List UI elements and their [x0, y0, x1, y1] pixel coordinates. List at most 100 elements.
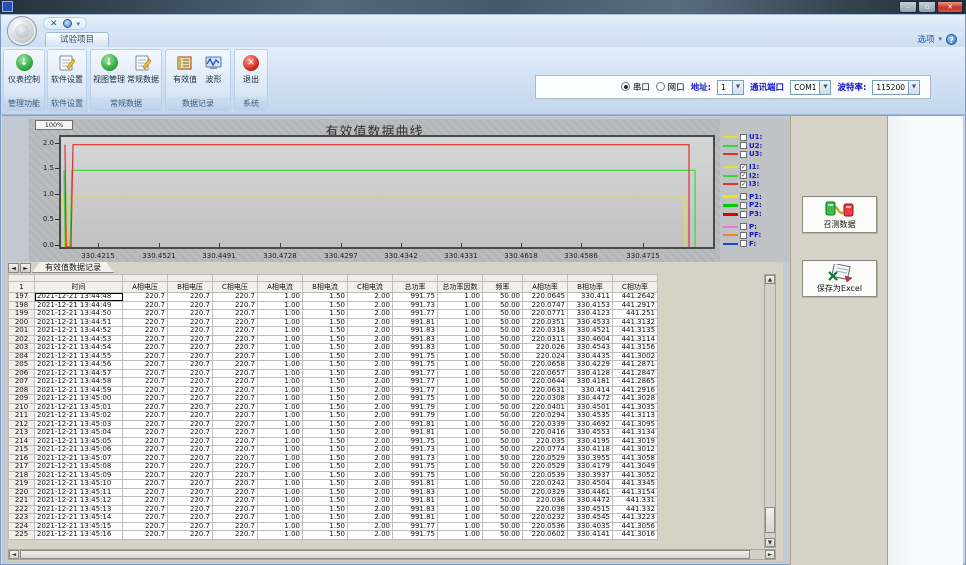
table-cell[interactable]: 220.7: [213, 352, 258, 361]
legend-checkbox[interactable]: [740, 134, 747, 141]
table-cell[interactable]: 1.00: [438, 361, 483, 370]
table-cell[interactable]: 50.00: [483, 395, 523, 404]
table-cell[interactable]: 1.00: [258, 463, 303, 472]
table-cell[interactable]: 991.79: [393, 403, 438, 412]
table-cell[interactable]: 50.00: [483, 335, 523, 344]
table-cell[interactable]: 991.81: [393, 429, 438, 438]
table-cell[interactable]: 991.81: [393, 420, 438, 429]
table-cell[interactable]: 220.7: [168, 352, 213, 361]
table-cell[interactable]: 2.00: [348, 420, 393, 429]
table-cell[interactable]: 2021-12-21 13:44:56: [35, 361, 123, 370]
legend-checkbox[interactable]: [740, 193, 747, 200]
table-cell[interactable]: 2.00: [348, 497, 393, 506]
table-cell[interactable]: 2021-12-21 13:44:58: [35, 378, 123, 387]
table-cell[interactable]: 220.7: [213, 344, 258, 353]
table-cell[interactable]: 330.4504: [568, 480, 613, 489]
table-cell[interactable]: 330.4543: [568, 344, 613, 353]
table-cell[interactable]: 1.50: [303, 310, 348, 319]
table-cell[interactable]: 220.7: [123, 505, 168, 514]
table-cell[interactable]: 1.00: [258, 310, 303, 319]
table-cell[interactable]: 220.0631: [523, 386, 568, 395]
row-number-cell[interactable]: 220: [9, 488, 35, 497]
table-cell[interactable]: 220.7: [168, 522, 213, 531]
table-cell[interactable]: 220.7: [123, 361, 168, 370]
table-cell[interactable]: 220.7: [123, 446, 168, 455]
fetch-data-button[interactable]: 召测数据: [802, 196, 877, 233]
rms-value-button[interactable]: 有效值: [173, 51, 197, 85]
table-cell[interactable]: 220.026: [523, 344, 568, 353]
table-cell[interactable]: 220.7: [168, 386, 213, 395]
table-cell[interactable]: 50.00: [483, 454, 523, 463]
vertical-scrollbar[interactable]: ▲ ▼: [764, 274, 776, 548]
table-cell[interactable]: 1.00: [438, 454, 483, 463]
table-cell[interactable]: 1.50: [303, 488, 348, 497]
table-cell[interactable]: 2021-12-21 13:44:53: [35, 335, 123, 344]
table-cell[interactable]: 2021-12-21 13:44:49: [35, 301, 123, 310]
table-cell[interactable]: 1.00: [438, 395, 483, 404]
table-cell[interactable]: 991.81: [393, 318, 438, 327]
row-number-cell[interactable]: 207: [9, 378, 35, 387]
table-cell[interactable]: 441.251: [613, 310, 658, 319]
table-cell[interactable]: 1.50: [303, 395, 348, 404]
column-header[interactable]: C相电流: [348, 282, 393, 293]
table-cell[interactable]: 220.0657: [523, 369, 568, 378]
table-cell[interactable]: 2.00: [348, 395, 393, 404]
table-cell[interactable]: 330.4515: [568, 505, 613, 514]
table-cell[interactable]: 220.0232: [523, 514, 568, 523]
chevron-down-icon[interactable]: ▼: [732, 81, 743, 94]
table-cell[interactable]: 220.0242: [523, 480, 568, 489]
table-cell[interactable]: 1.00: [258, 403, 303, 412]
row-number-cell[interactable]: 208: [9, 386, 35, 395]
table-cell[interactable]: 1.50: [303, 429, 348, 438]
table-cell[interactable]: 1.00: [438, 463, 483, 472]
legend-checkbox[interactable]: ✓: [740, 172, 747, 179]
table-cell[interactable]: 330.4229: [568, 361, 613, 370]
table-cell[interactable]: 220.7: [168, 335, 213, 344]
table-cell[interactable]: 1.00: [258, 327, 303, 336]
table-cell[interactable]: 1.50: [303, 327, 348, 336]
table-cell[interactable]: 220.7: [123, 437, 168, 446]
table-cell[interactable]: 1.50: [303, 497, 348, 506]
table-cell[interactable]: 220.7: [168, 463, 213, 472]
table-cell[interactable]: 991.73: [393, 301, 438, 310]
table-cell[interactable]: 220.7: [213, 395, 258, 404]
legend-checkbox[interactable]: [740, 142, 747, 149]
table-cell[interactable]: 220.0351: [523, 318, 568, 327]
table-cell[interactable]: 1.00: [258, 293, 303, 302]
table-cell[interactable]: 220.7: [123, 395, 168, 404]
table-cell[interactable]: 2021-12-21 13:45:08: [35, 463, 123, 472]
table-cell[interactable]: 991.83: [393, 327, 438, 336]
table-cell[interactable]: 2021-12-21 13:45:13: [35, 505, 123, 514]
table-cell[interactable]: 50.00: [483, 531, 523, 540]
table-cell[interactable]: 220.7: [213, 471, 258, 480]
table-cell[interactable]: 220.7: [123, 522, 168, 531]
table-cell[interactable]: 330.3937: [568, 471, 613, 480]
table-cell[interactable]: 220.035: [523, 437, 568, 446]
table-cell[interactable]: 220.7: [168, 471, 213, 480]
table-cell[interactable]: 991.83: [393, 488, 438, 497]
table-cell[interactable]: 2021-12-21 13:44:51: [35, 318, 123, 327]
row-number-cell[interactable]: 215: [9, 446, 35, 455]
table-cell[interactable]: 2021-12-21 13:45:02: [35, 412, 123, 421]
table-cell[interactable]: 220.7: [213, 522, 258, 531]
table-cell[interactable]: 441.3019: [613, 437, 658, 446]
table-cell[interactable]: 220.7: [168, 454, 213, 463]
column-header[interactable]: A相电流: [258, 282, 303, 293]
column-header[interactable]: C相电压: [213, 282, 258, 293]
gauge-icon[interactable]: [63, 19, 72, 28]
excel-icon[interactable]: ✕: [50, 19, 58, 29]
horizontal-scrollbar[interactable]: ◄ ►: [8, 549, 776, 560]
table-cell[interactable]: 1.00: [258, 531, 303, 540]
table-cell[interactable]: 1.50: [303, 335, 348, 344]
row-number-cell[interactable]: 211: [9, 412, 35, 421]
table-cell[interactable]: 220.7: [123, 344, 168, 353]
table-cell[interactable]: 330.4118: [568, 446, 613, 455]
table-cell[interactable]: 330.4501: [568, 403, 613, 412]
table-cell[interactable]: 220.7: [123, 310, 168, 319]
table-cell[interactable]: 220.7: [213, 293, 258, 302]
table-cell[interactable]: 50.00: [483, 412, 523, 421]
table-cell[interactable]: 220.7: [123, 403, 168, 412]
table-cell[interactable]: 1.50: [303, 352, 348, 361]
network-radio[interactable]: 网口: [656, 81, 685, 93]
table-cell[interactable]: 441.3154: [613, 488, 658, 497]
